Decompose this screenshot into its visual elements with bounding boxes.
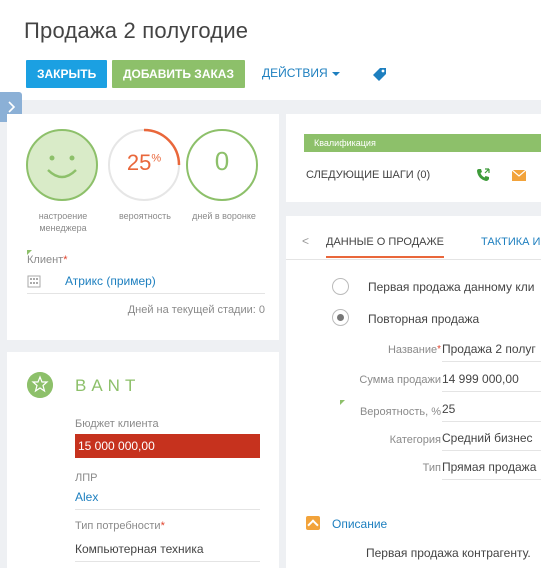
stage-days: Дней на текущей стадии: 0 [127,304,265,316]
sum-field[interactable]: 14 999 000,00 [442,372,541,392]
chevron-left-icon[interactable]: < [302,234,309,248]
bant-title: BANT [75,376,141,395]
actions-menu[interactable]: ДЕЙСТВИЯ [262,66,340,80]
description-title[interactable]: Описание [332,517,387,531]
radio-repeat-sale[interactable] [332,309,349,326]
smiley-icon [26,129,98,201]
lpr-label: ЛПР [75,472,98,484]
chevron-down-icon [331,71,340,76]
description-text[interactable]: Первая продажа контрагенту. [366,546,531,560]
tab-tactics[interactable]: ТАКТИКА И [481,236,540,248]
collapse-icon[interactable] [306,516,320,530]
category-label: Категория [389,434,441,446]
probability-field[interactable]: 25 [442,402,541,422]
building-icon [27,275,41,288]
radio-repeat-sale-label: Повторная продажа [368,312,480,326]
radio-first-sale[interactable] [332,278,349,295]
budget-field[interactable]: 15 000 000,00 [75,434,260,458]
client-label: Клиент* [27,254,68,266]
bant-panel: BANT Бюджет клиента 15 000 000,00 ЛПР Al… [7,352,279,568]
stage-qualification[interactable]: Квалификация [304,134,541,152]
name-label: Название* [387,344,441,356]
tag-icon[interactable] [372,66,388,82]
page-header: Продажа 2 полугодие ЗАКРЫТЬ ДОБАВИТЬ ЗАК… [0,0,541,100]
tabs-bar: < ДАННЫЕ О ПРОДАЖЕ ТАКТИКА И [286,216,541,260]
details-panel: < ДАННЫЕ О ПРОДАЖЕ ТАКТИКА И Первая прод… [286,216,541,568]
page-title: Продажа 2 полугодие [24,18,249,43]
probability-field-label: Вероятность, % [359,406,441,418]
name-field[interactable]: Продажа 2 полуг [442,342,541,362]
type-label: Тип [422,462,441,474]
opportunity-page: Продажа 2 полугодие ЗАКРЫТЬ ДОБАВИТЬ ЗАК… [0,0,541,568]
need-type-field[interactable]: Компьютерная техника [75,542,260,562]
tab-sale-data[interactable]: ДАННЫЕ О ПРОДАЖЕ [326,236,445,258]
mood-label: настроение менеджера [38,211,88,233]
edit-marker [340,400,345,405]
lpr-field[interactable]: Alex [75,490,260,510]
category-field[interactable]: Средний бизнес [442,431,541,451]
close-button[interactable]: ЗАКРЫТЬ [26,60,108,88]
need-type-label: Тип потребности* [75,520,165,532]
bant-icon [27,372,53,398]
radio-first-sale-label: Первая продажа данному кли [368,280,535,294]
probability-value: 25% [126,150,162,175]
type-field[interactable]: Прямая продажа [442,460,541,480]
mail-icon[interactable] [512,170,526,181]
indicators-panel: 25% 0 настроение менеджера вероятность д… [7,114,279,340]
budget-label: Бюджет клиента [75,418,159,430]
probability-label: вероятность [119,211,171,221]
client-field[interactable]: Атрикс (пример) [27,270,265,294]
stage-panel: Квалификация СЛЕДУЮЩИЕ ШАГИ (0) [286,114,541,202]
next-steps-label[interactable]: СЛЕДУЮЩИЕ ШАГИ (0) [306,169,430,181]
days-label: дней в воронке [192,211,256,221]
add-order-button[interactable]: ДОБАВИТЬ ЗАКАЗ [112,60,245,88]
sum-label: Сумма продажи [359,374,441,386]
actions-label: ДЕЙСТВИЯ [262,66,328,80]
days-value: 0 [214,146,230,176]
client-link[interactable]: Атрикс (пример) [65,274,156,288]
phone-icon[interactable] [476,168,490,182]
